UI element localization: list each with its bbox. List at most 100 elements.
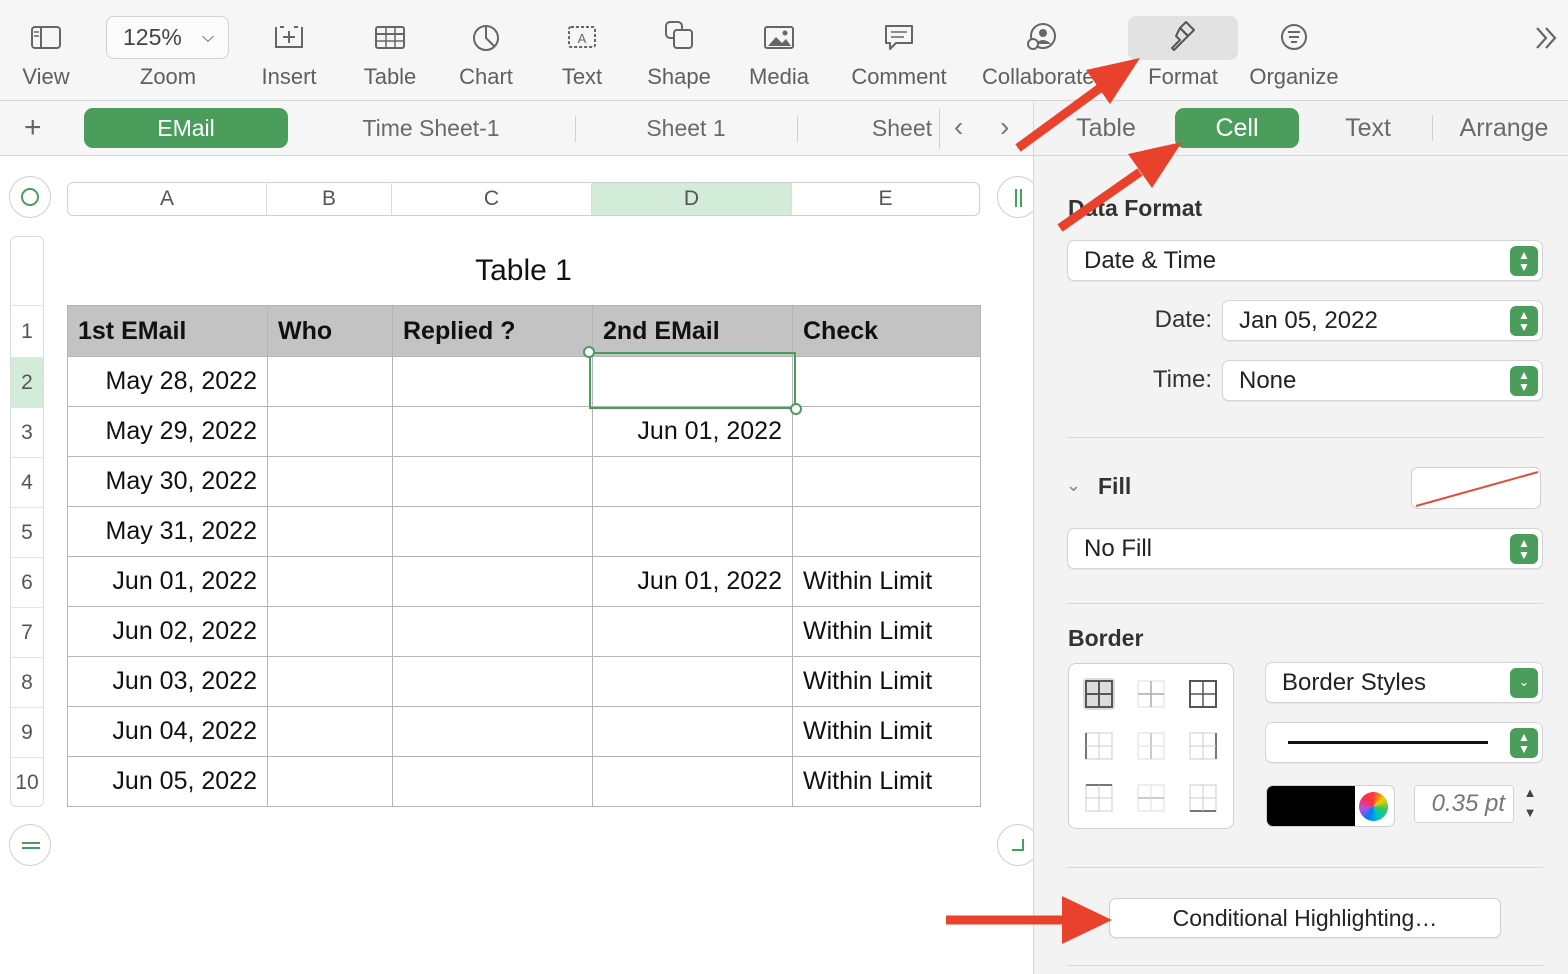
comment-button[interactable]: Comment [846,16,952,90]
table-cell[interactable]: May 31, 2022 [67,506,268,557]
text-button[interactable]: A Text [556,16,608,90]
table-cell[interactable] [392,506,593,557]
table-cell[interactable]: Jun 05, 2022 [67,756,268,807]
data-format-popup[interactable]: Date & Time ▲ ▼ [1067,240,1543,281]
chart-button[interactable]: Chart [455,16,517,90]
selection-handle-bottom-right[interactable] [790,403,802,415]
border-width-field[interactable]: 0.35 pt [1414,785,1514,823]
table-cell[interactable] [392,456,593,507]
row-header-5[interactable]: 5 [10,507,44,557]
conditional-highlighting-button[interactable]: Conditional Highlighting… [1109,898,1501,938]
sheet-tab-time-sheet-1[interactable]: Time Sheet-1 [300,108,562,148]
format-button[interactable]: Format [1128,16,1238,90]
table-cell[interactable] [267,756,393,807]
table-cell[interactable]: Within Limit [792,756,981,807]
date-format-popup[interactable]: Jan 05, 2022 ▲ ▼ [1222,300,1543,341]
table-cell[interactable] [792,406,981,457]
row-header-7[interactable]: 7 [10,607,44,657]
add-row-handle[interactable] [9,824,51,866]
organize-button[interactable]: Organize [1246,16,1342,90]
fill-color-well[interactable] [1411,467,1541,509]
table-cell[interactable] [267,406,393,457]
insert-button[interactable]: Insert [256,16,322,90]
table-cell[interactable] [792,506,981,557]
border-line-style-popup[interactable]: ▲ ▼ [1265,722,1543,763]
table-cell[interactable] [267,606,393,657]
table-cell[interactable] [392,406,593,457]
table-cell[interactable]: May 29, 2022 [67,406,268,457]
table-cell[interactable]: Jun 01, 2022 [592,556,793,607]
border-styles-popup[interactable]: Border Styles ⌄ [1265,662,1543,703]
table-cell[interactable] [592,506,793,557]
top-border-icon[interactable] [1083,782,1115,814]
header-cell[interactable]: 1st EMail [67,305,268,357]
horizontal-inner-border-icon[interactable] [1135,782,1167,814]
table-cell[interactable] [392,656,593,707]
time-format-popup[interactable]: None ▲ ▼ [1222,360,1543,401]
table-cell[interactable]: Jun 01, 2022 [592,406,793,457]
row-header-4[interactable]: 4 [10,457,44,507]
table-cell[interactable] [392,706,593,757]
vertical-inner-border-icon[interactable] [1135,730,1167,762]
media-button[interactable]: Media [745,16,813,90]
select-table-button[interactable] [9,176,51,218]
header-cell[interactable]: Who [267,305,393,357]
all-borders-icon[interactable] [1083,678,1115,710]
sheet-tab-email[interactable]: EMail [84,108,288,148]
table-cell[interactable] [267,456,393,507]
table-cell[interactable]: Jun 01, 2022 [67,556,268,607]
row-header-2[interactable]: 2 [10,357,44,407]
shape-button[interactable]: Shape [644,16,714,90]
color-wheel-icon[interactable] [1359,792,1388,821]
table-cell[interactable] [392,606,593,657]
header-cell[interactable]: Check [792,305,981,357]
column-header-a[interactable]: A [67,182,267,216]
table-cell[interactable]: Within Limit [792,656,981,707]
header-cell[interactable]: Replied ? [392,305,593,357]
table-cell[interactable] [592,706,793,757]
sheet-tab-sheet[interactable]: Sheet [808,108,938,148]
row-header-8[interactable]: 8 [10,657,44,707]
table-cell[interactable]: Within Limit [792,556,981,607]
inspector-tab-table[interactable]: Table [1056,108,1156,148]
right-border-icon[interactable] [1187,730,1219,762]
column-header-c[interactable]: C [392,182,592,216]
table-cell[interactable] [792,456,981,507]
table-cell[interactable] [267,356,393,407]
column-header-e[interactable]: E [792,182,980,216]
tab-scroll-right-button[interactable]: › [1000,111,1009,143]
bottom-border-icon[interactable] [1187,782,1219,814]
table-cell[interactable] [392,356,593,407]
table-cell[interactable]: Jun 04, 2022 [67,706,268,757]
table-cell[interactable] [592,606,793,657]
table-cell[interactable]: Jun 03, 2022 [67,656,268,707]
row-header-3[interactable]: 3 [10,407,44,457]
tab-scroll-left-button[interactable]: ‹ [954,111,963,143]
inspector-tab-text[interactable]: Text [1322,108,1414,148]
fill-popup[interactable]: No Fill ▲ ▼ [1067,528,1543,569]
table-cell[interactable]: Within Limit [792,706,981,757]
table-cell[interactable] [267,656,393,707]
table-title[interactable]: Table 1 [67,254,980,288]
table-cell[interactable] [592,456,793,507]
border-color-well[interactable] [1266,785,1395,827]
border-width-stepper[interactable]: ▲ ▼ [1519,783,1541,825]
table-button[interactable]: Table [358,16,422,90]
column-header-d[interactable]: D [592,182,792,216]
outer-borders-icon[interactable] [1187,678,1219,710]
row-header-1[interactable]: 1 [10,305,44,357]
selection-handle-top-left[interactable] [583,346,595,358]
row-header-9[interactable]: 9 [10,707,44,757]
inspector-tab-arrange[interactable]: Arrange [1444,108,1564,148]
table-cell[interactable]: May 30, 2022 [67,456,268,507]
table-cell[interactable] [592,656,793,707]
row-header-6[interactable]: 6 [10,557,44,607]
sheet-tab-sheet-1[interactable]: Sheet 1 [586,108,786,148]
table-cell[interactable] [592,756,793,807]
collaborate-button[interactable]: Collaborate [982,16,1100,90]
table-cell[interactable] [267,506,393,557]
fill-title[interactable]: Fill [1098,473,1131,500]
table-cell[interactable]: Jun 02, 2022 [67,606,268,657]
header-cell[interactable]: 2nd EMail [592,305,793,357]
table-cell[interactable] [392,556,593,607]
